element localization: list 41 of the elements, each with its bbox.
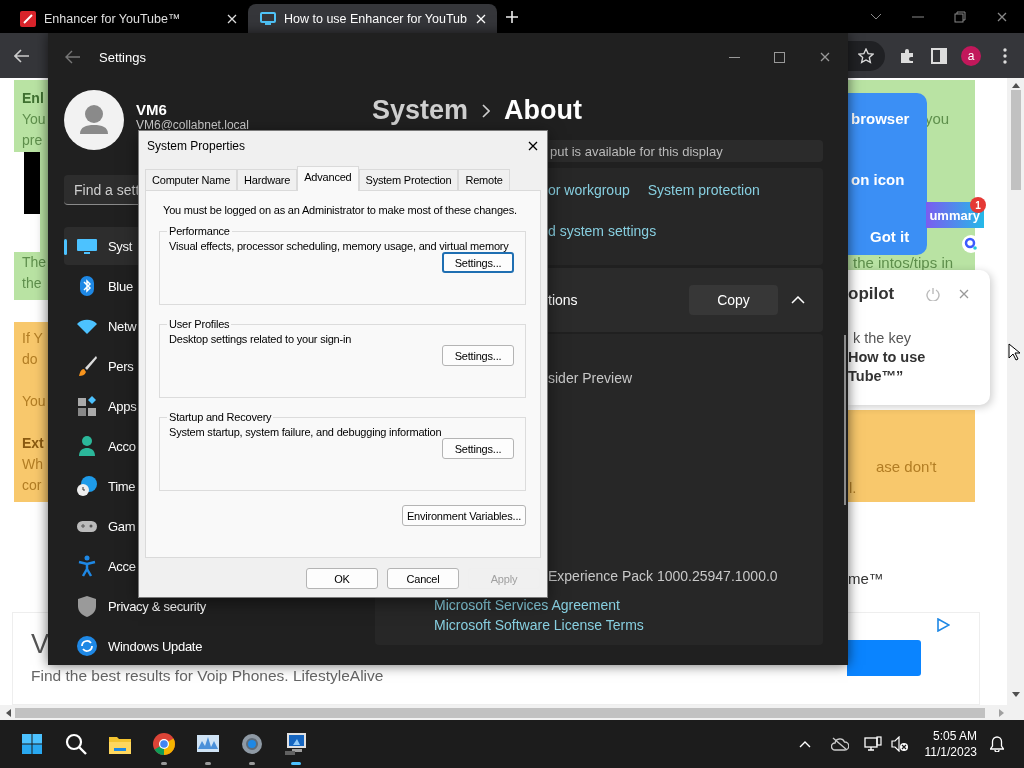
spec-text: Experience Pack 1000.25947.1000.0 <box>548 568 779 584</box>
group-description: Desktop settings related to your sign-in <box>169 333 353 345</box>
card-title: opilot <box>848 284 895 304</box>
note-text: If Y <box>22 329 44 348</box>
tooltip-text: on icon <box>851 171 906 188</box>
ad-headline: V <box>31 628 49 661</box>
user-email: VM6@collabnet.local <box>136 119 249 132</box>
card-text: Tube™” <box>848 367 905 386</box>
note-text: cor <box>22 476 43 495</box>
section-title: tions <box>548 292 578 308</box>
window-title: Settings <box>99 49 146 65</box>
note-text: l. <box>849 478 858 498</box>
user-name: VM6 <box>136 101 168 119</box>
card-text: put is available for this display <box>550 143 723 159</box>
group-title: User Profiles <box>168 318 231 330</box>
note-text: the intos/tips in <box>853 257 955 269</box>
page-text: me™ <box>848 570 885 587</box>
group-title: Performance <box>168 225 231 237</box>
clock-time: 5:05 AM <box>932 728 977 744</box>
note-text: You <box>22 392 47 411</box>
note-text: Enl <box>22 89 45 108</box>
notice-text: You must be logged on as an Administrator to make most of these changes. <box>163 204 518 216</box>
note-text: do <box>22 350 39 369</box>
page-title: About <box>504 95 583 126</box>
note-text: pre <box>22 131 44 150</box>
ad-text: Find the best results for Voip Phones. LifestyleAlive <box>31 667 384 685</box>
note-text: the <box>22 274 43 293</box>
group-title: Startup and Recovery <box>168 411 273 423</box>
note-text: The <box>22 253 48 272</box>
note-text: Ext <box>22 434 45 453</box>
tooltip-text: browser <box>851 110 911 127</box>
group-description: Visual effects, processor scheduling, memory usage, and virtual memory <box>169 240 510 252</box>
note-text: Wh <box>22 455 44 474</box>
clock-date: 11/1/2023 <box>924 744 977 760</box>
spec-text: sider Preview <box>548 370 634 386</box>
dialog-title: System Properties <box>147 138 246 153</box>
group-description: System startup, system failure, and debugging information <box>169 426 443 438</box>
note-text: ase don't <box>876 457 938 477</box>
card-text: How to use <box>848 348 927 367</box>
note-text: You <box>22 110 47 129</box>
card-text: k the key <box>853 329 913 348</box>
